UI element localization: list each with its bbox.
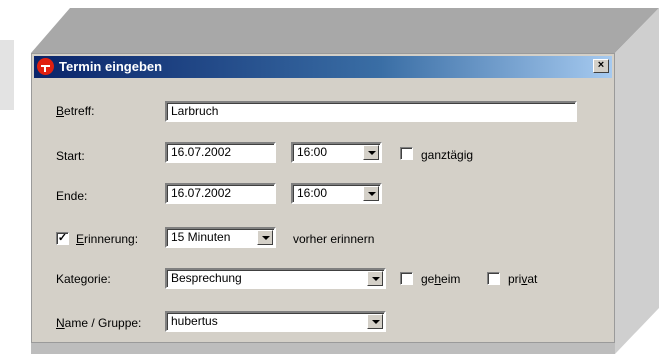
start-date-input[interactable]: 16.07.2002 xyxy=(165,142,276,163)
start-label: Start: xyxy=(56,149,85,163)
start-time-select[interactable]: 16:00 xyxy=(291,142,382,163)
erinnerung-label: Erinnerung: xyxy=(76,232,139,246)
ende-date-input[interactable]: 16.07.2002 xyxy=(165,183,276,204)
geheim-checkbox[interactable] xyxy=(400,272,413,285)
window-title: Termin eingeben xyxy=(59,59,163,74)
close-button[interactable]: × xyxy=(593,59,609,73)
title-bar[interactable]: Termin eingeben × xyxy=(34,56,612,78)
erinnerung-suffix: vorher erinnern xyxy=(293,232,375,246)
betreff-label: Betreff: xyxy=(56,104,95,118)
termin-dialog: Termin eingeben × Betreff: Larbruch Star… xyxy=(31,53,615,343)
ganztaegig-checkbox[interactable] xyxy=(400,147,413,160)
betreff-input[interactable]: Larbruch xyxy=(165,101,577,122)
name-gruppe-label: Name / Gruppe: xyxy=(56,316,142,330)
app-icon xyxy=(37,58,54,75)
chevron-down-icon[interactable] xyxy=(367,314,383,329)
kategorie-select[interactable]: Besprechung xyxy=(165,268,386,289)
ende-label: Ende: xyxy=(56,189,88,203)
chevron-down-icon[interactable] xyxy=(367,271,383,286)
ganztaegig-label: ganztägig xyxy=(421,148,474,162)
chevron-down-icon[interactable] xyxy=(363,186,379,201)
background-panel xyxy=(0,40,14,110)
name-gruppe-select[interactable]: hubertus xyxy=(165,311,386,332)
geheim-label: geheim xyxy=(421,272,461,286)
privat-label: privat xyxy=(508,272,538,286)
ende-time-select[interactable]: 16:00 xyxy=(291,183,382,204)
erinnerung-checkbox[interactable]: ✓ xyxy=(56,232,69,245)
erinnerung-select[interactable]: 15 Minuten xyxy=(165,227,276,248)
chevron-down-icon[interactable] xyxy=(257,230,273,245)
kategorie-label: Kategorie: xyxy=(56,272,111,286)
chevron-down-icon[interactable] xyxy=(363,145,379,160)
privat-checkbox[interactable] xyxy=(487,272,500,285)
